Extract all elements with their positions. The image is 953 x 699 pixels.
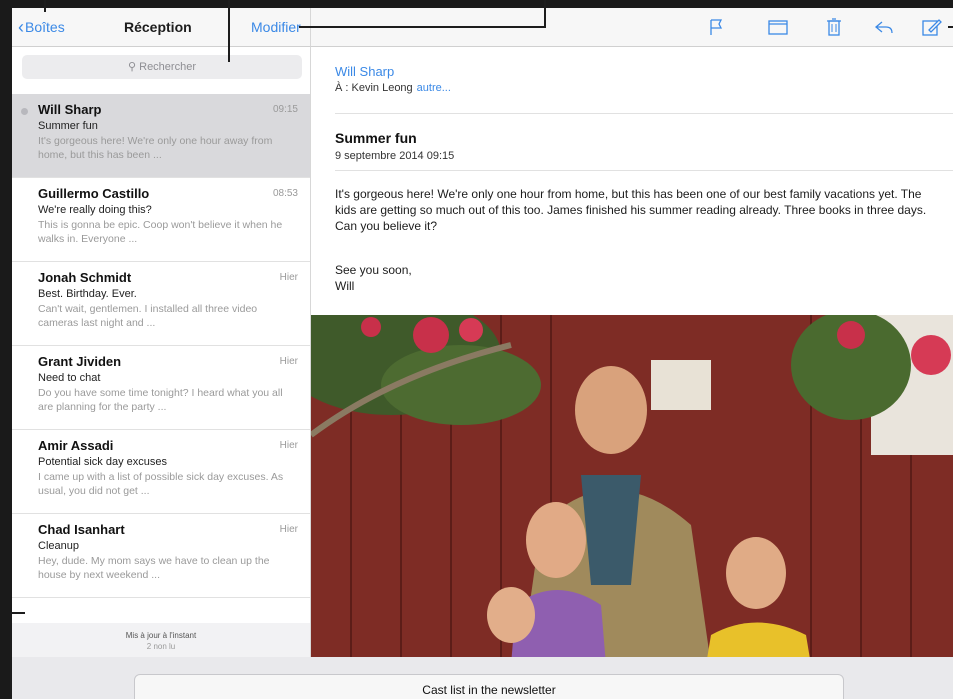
mail-subject: Potential sick day excuses [38,456,168,468]
edit-button[interactable]: Modifier [251,19,301,35]
folder-icon[interactable] [767,17,789,37]
subject-divider [335,170,953,171]
mail-preview: Do you have some time tonight? I heard w… [38,387,283,413]
message-subject: Summer fun [335,130,417,146]
callout-line [948,26,953,28]
message-list-pane: ⚲ Rechercher Will Sharp 09:15 Summer fun… [12,47,311,657]
chevron-left-icon: ‹ [18,17,24,37]
list-item[interactable]: Chad Isanhart Hier Cleanup Hey, dude. My… [12,514,310,598]
message-recipients: À : Kevin Leong autre... [335,82,451,94]
callout-line [299,26,546,28]
callout-line [228,0,230,62]
more-recipients-link[interactable]: autre... [417,82,451,94]
callout-line [544,0,546,27]
mail-preview: It's gorgeous here! We're only one hour … [38,135,273,161]
search-placeholder: Rechercher [139,61,196,73]
mail-sender: Chad Isanhart [38,522,125,537]
mail-subject: Cleanup [38,540,79,552]
draft-subject: Cast list in the newsletter [422,683,556,697]
list-item[interactable]: Guillermo Castillo 08:53 We're really do… [12,178,310,262]
mail-subject: Summer fun [38,120,98,132]
trash-icon[interactable] [823,17,845,37]
unread-dot [21,108,28,115]
list-item[interactable]: Amir Assadi Hier Potential sick day excu… [12,430,310,514]
list-item[interactable]: Will Sharp 09:15 Summer fun It's gorgeou… [12,94,310,178]
message-date: 9 septembre 2014 09:15 [335,150,455,162]
mail-preview: I came up with a list of possible sick d… [38,471,284,497]
mail-time: Hier [279,272,298,283]
list-item[interactable]: Jonah Schmidt Hier Best. Birthday. Ever.… [12,262,310,346]
recipient-label: À : Kevin Leong [335,82,413,94]
mail-time: 08:53 [272,188,298,199]
mail-time: 09:15 [272,104,298,115]
message-sender[interactable]: Will Sharp [335,64,394,79]
mailbox-title: Réception [124,19,192,35]
mail-list: Will Sharp 09:15 Summer fun It's gorgeou… [12,94,310,598]
mail-time: Hier [279,524,298,535]
message-body: It's gorgeous here! We're only one hour … [335,187,927,233]
mail-sender: Jonah Schmidt [38,270,132,285]
mail-sender: Grant Jividen [38,354,122,369]
mail-preview: Hey, dude. My mom says we have to clean … [38,555,270,581]
mailboxes-back-button[interactable]: ‹Boîtes [18,17,65,37]
search-icon: ⚲ [128,61,137,73]
flag-icon[interactable] [705,17,727,37]
message-view-pane: Will Sharp À : Kevin Leong autre... Summe… [311,47,953,657]
mail-sender: Will Sharp [38,102,102,117]
header-divider [335,113,953,114]
mail-subject: We're really doing this? [38,204,152,216]
list-item[interactable]: Grant Jividen Hier Need to chat Do you h… [12,346,310,430]
mail-preview: This is gonna be epic. Coop won't believ… [38,219,283,245]
back-button-label: Boîtes [25,19,65,35]
mail-time: Hier [279,440,298,451]
callout-line [10,612,12,699]
list-status-footer: Mis à jour à l'instant 2 non lu [12,623,310,657]
mail-time: Hier [279,356,298,367]
signoff-name: Will [335,279,355,293]
callout-line [10,612,25,614]
compose-icon[interactable] [921,17,943,37]
unread-count: 2 non lu [146,642,176,651]
list-navigation-bar: ‹Boîtes Réception Modifier [12,8,311,47]
update-status: Mis à jour à l'instant [125,631,197,640]
mail-preview: Can't wait, gentlemen. I installed all t… [38,303,258,329]
mail-sender: Guillermo Castillo [38,186,150,201]
signoff-line: See you soon, [335,263,412,277]
search-input[interactable]: ⚲ Rechercher [22,55,302,79]
draft-sheet[interactable]: Cast list in the newsletter [134,674,844,699]
mail-sender: Amir Assadi [38,438,114,453]
mail-subject: Best. Birthday. Ever. [38,288,137,300]
mail-app-screen: ‹Boîtes Réception Modifier ⚲ Rechercher [12,8,953,699]
message-signoff: See you soon, Will [335,262,412,294]
reply-icon[interactable] [873,17,895,37]
mail-subject: Need to chat [38,372,101,384]
attached-photo[interactable] [311,315,953,657]
callout-line [44,0,46,12]
